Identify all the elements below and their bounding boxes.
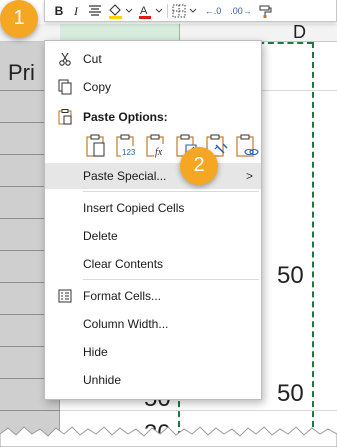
menu-item-label: Format Cells... [83,289,162,303]
menu-item-label: Clear Contents [83,257,164,271]
cell-value[interactable]: 50 [277,380,304,408]
format-cells-icon [58,289,72,303]
menu-item-label: Paste Special... [83,169,167,183]
decrease-decimal-icon[interactable]: ←.0 [201,2,225,20]
cell-value[interactable]: 50 [277,262,304,290]
paste-icon[interactable] [83,133,109,159]
paste-formulas-icon[interactable]: fx [143,133,169,159]
mini-toolbar: B I A ←.0 .00→ [44,0,337,22]
menu-item-label: Delete [83,229,118,243]
italic-icon[interactable]: I [71,2,81,20]
increase-decimal-icon[interactable]: .00→ [229,2,253,20]
submenu-arrow-icon: > [245,169,253,183]
paste-options-header: Paste Options: [45,106,261,128]
fill-color-icon[interactable] [107,2,133,20]
menu-separator [83,191,259,192]
menu-item-label: Hide [83,345,108,359]
align-center-icon[interactable] [87,2,103,20]
menu-item-label: Unhide [83,373,122,387]
menu-item-label: Insert Copied Cells [83,201,185,215]
menu-item-hide[interactable]: Hide [45,339,261,365]
menu-item-paste-special[interactable]: Paste Special... > [45,163,261,189]
menu-item-label: Copy [83,80,112,94]
context-menu: Cut Copy Paste Options: 123 fx Paste Spe… [44,40,262,400]
menu-item-delete[interactable]: Delete [45,223,261,249]
step-badge-1: 1 [0,0,38,38]
menu-item-column-width[interactable]: Column Width... [45,311,261,337]
bold-icon[interactable]: B [53,2,65,20]
menu-item-clear-contents[interactable]: Clear Contents [45,251,261,277]
menu-item-unhide[interactable]: Unhide [45,367,261,393]
toolbar-divider [167,4,168,18]
paste-values-label: 123 [122,148,136,157]
paste-options-label: Paste Options: [83,110,168,124]
menu-item-cut[interactable]: Cut [45,46,261,72]
column-header-d-label[interactable]: D [293,22,306,43]
scissors-icon [59,52,71,66]
cell-a-text[interactable]: Pri [8,60,35,86]
menu-item-copy[interactable]: Copy [45,74,261,100]
menu-item-label: Cut [83,52,102,66]
menu-item-insert-copied-cells[interactable]: Insert Copied Cells [45,195,261,221]
copy-marquee-right [312,42,314,447]
menu-item-label: Column Width... [83,317,169,331]
paste-values-icon[interactable]: 123 [113,133,139,159]
row-divider [0,410,60,411]
paste-link-icon[interactable] [233,133,259,159]
paste-formulas-label: fx [155,147,163,158]
clipboard-icon [58,109,72,125]
menu-item-format-cells[interactable]: Format Cells... [45,283,261,309]
step-badge-2: 2 [180,147,218,185]
menu-separator [83,279,259,280]
copy-icon [58,79,72,95]
paste-options-row: 123 fx [83,133,259,161]
row-divider [60,410,337,411]
font-color-letter: A [140,5,148,17]
torn-edge [0,426,337,447]
borders-icon[interactable] [171,2,197,20]
format-painter-icon[interactable] [257,2,275,20]
font-color-icon[interactable]: A [137,2,163,20]
